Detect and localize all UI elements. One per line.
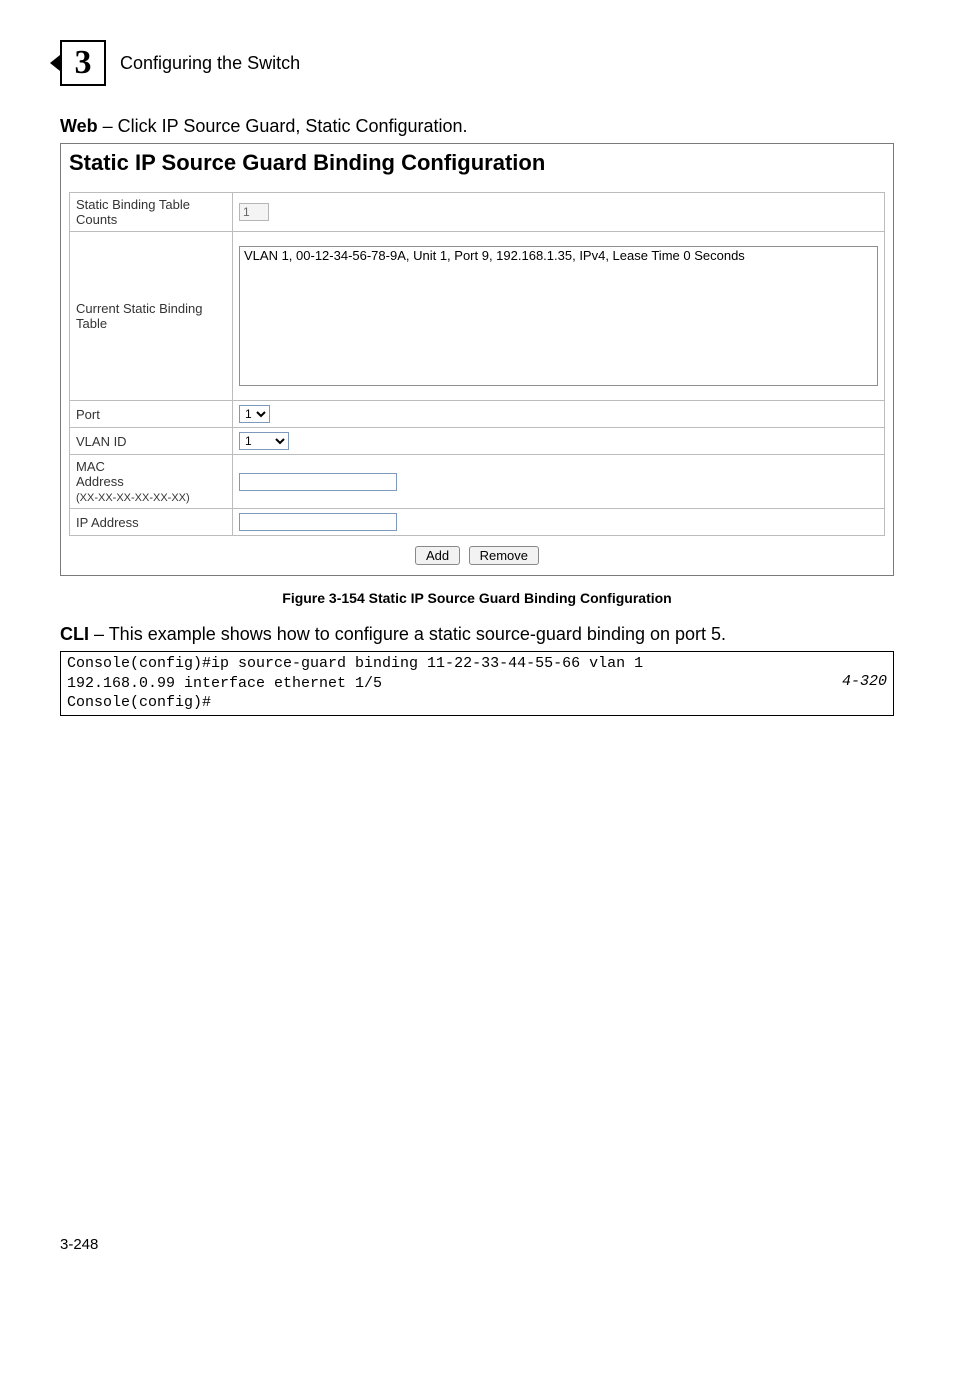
web-instruction: Web – Click IP Source Guard, Static Conf… bbox=[60, 116, 894, 137]
port-label: Port bbox=[70, 401, 233, 428]
button-row: Add Remove bbox=[69, 536, 885, 565]
cli-line-3: Console(config)# bbox=[67, 694, 211, 711]
add-button[interactable]: Add bbox=[415, 546, 460, 565]
cli-prefix: CLI bbox=[60, 624, 89, 644]
remove-button[interactable]: Remove bbox=[469, 546, 539, 565]
screenshot-panel: Static IP Source Guard Binding Configura… bbox=[60, 143, 894, 576]
config-form-table: Static Binding Table Counts Current Stat… bbox=[69, 192, 885, 536]
binding-table-label: Current Static Binding Table bbox=[70, 232, 233, 401]
ip-address-label: IP Address bbox=[70, 509, 233, 536]
cli-line-2: 192.168.0.99 interface ethernet 1/5 bbox=[67, 675, 382, 692]
binding-table-listbox[interactable]: VLAN 1, 00-12-34-56-78-9A, Unit 1, Port … bbox=[239, 246, 878, 386]
mac-label-line2: Address bbox=[76, 474, 124, 489]
chapter-title: Configuring the Switch bbox=[120, 53, 300, 74]
web-prefix: Web bbox=[60, 116, 98, 136]
cli-text: – This example shows how to configure a … bbox=[89, 624, 726, 644]
ip-address-input[interactable] bbox=[239, 513, 397, 531]
web-text: – Click IP Source Guard, Static Configur… bbox=[98, 116, 468, 136]
chapter-number-badge: 3 bbox=[60, 40, 106, 86]
panel-title: Static IP Source Guard Binding Configura… bbox=[69, 150, 885, 176]
mac-address-input[interactable] bbox=[239, 473, 397, 491]
page-header: 3 Configuring the Switch bbox=[60, 40, 894, 86]
binding-table-entry[interactable]: VLAN 1, 00-12-34-56-78-9A, Unit 1, Port … bbox=[242, 248, 875, 263]
mac-label-line1: MAC bbox=[76, 459, 105, 474]
vlan-id-label: VLAN ID bbox=[70, 428, 233, 455]
port-select[interactable]: 1 bbox=[239, 405, 270, 423]
counts-label: Static Binding Table Counts bbox=[70, 193, 233, 232]
mac-address-label: MAC Address (XX-XX-XX-XX-XX-XX) bbox=[70, 455, 233, 509]
cli-page-ref: 4-320 bbox=[842, 672, 887, 692]
cli-instruction: CLI – This example shows how to configur… bbox=[60, 624, 894, 645]
counts-value-input bbox=[239, 203, 269, 221]
page-number: 3-248 bbox=[60, 1236, 894, 1253]
figure-caption: Figure 3-154 Static IP Source Guard Bind… bbox=[60, 590, 894, 606]
mac-label-line3: (XX-XX-XX-XX-XX-XX) bbox=[76, 492, 190, 504]
cli-line-1: Console(config)#ip source-guard binding … bbox=[67, 655, 652, 672]
cli-example-box: Console(config)#ip source-guard binding … bbox=[60, 651, 894, 716]
vlan-id-select[interactable]: 1 bbox=[239, 432, 289, 450]
